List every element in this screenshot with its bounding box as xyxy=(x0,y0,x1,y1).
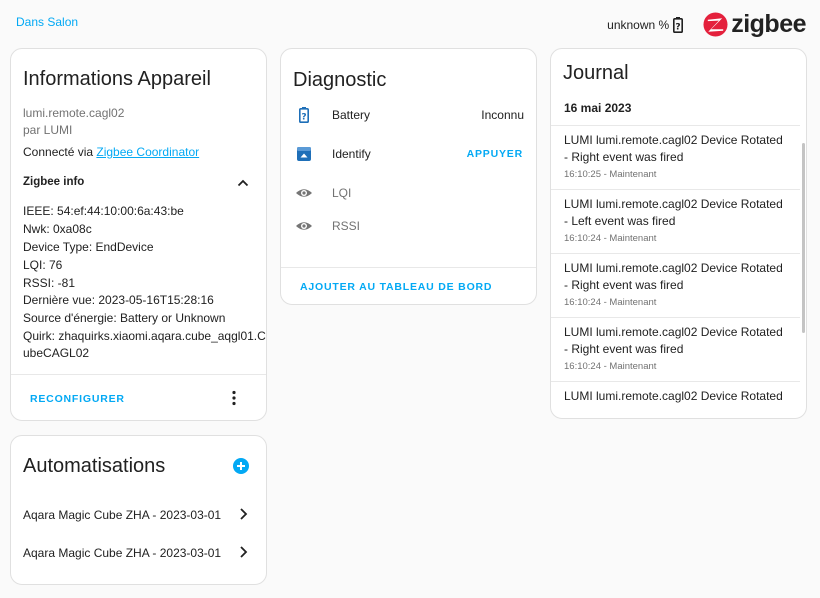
detail-rssi: RSSI: -81 xyxy=(23,276,76,290)
journal-title: Journal xyxy=(563,62,629,84)
automation-label: Aqara Magic Cube ZHA - 2023-03-01 xyxy=(23,508,222,522)
detail-nwk: Nwk: 0xa08c xyxy=(23,222,92,236)
device-info-card: Informations Appareil lumi.remote.cagl02… xyxy=(10,48,267,421)
automation-label: Aqara Magic Cube ZHA - 2023-03-01 xyxy=(23,546,222,560)
diagnostic-card: Diagnostic ? Battery Inconnu Identify AP… xyxy=(280,48,537,305)
detail-last-seen: Dernière vue: 2023-05-16T15:28:16 xyxy=(23,293,214,307)
connected-via: Connecté via Zigbee Coordinator xyxy=(23,145,199,159)
connected-via-label: Connecté via xyxy=(23,145,94,159)
reconfigure-button[interactable]: RECONFIGURER xyxy=(30,393,125,405)
chevron-right-icon xyxy=(240,546,248,558)
diag-value: Inconnu xyxy=(481,108,524,122)
journal-entry-time: 16:10:25 - Maintenant xyxy=(564,169,657,180)
eye-icon xyxy=(296,189,312,197)
automation-item[interactable]: Aqara Magic Cube ZHA - 2023-03-01 xyxy=(11,503,266,527)
detail-quirk: Quirk: zhaquirks.xiaomi.aqara.cube_aqgl0… xyxy=(23,329,266,343)
zigbee-icon xyxy=(703,12,728,37)
zigbee-info-header[interactable]: Zigbee info xyxy=(23,176,84,188)
diag-label: Battery xyxy=(332,108,371,122)
chevron-right-icon xyxy=(240,508,248,520)
battery-unknown-icon: ? xyxy=(673,16,684,33)
journal-entry-text: LUMI lumi.remote.cagl02 Device Rotated -… xyxy=(564,197,783,228)
diag-row-lqi[interactable]: LQI xyxy=(281,182,536,206)
journal-scrollbar[interactable] xyxy=(802,143,805,333)
diag-label: LQI xyxy=(332,186,352,200)
automations-title: Automatisations xyxy=(23,455,166,477)
detail-power-source: Source d'énergie: Battery or Unknown xyxy=(23,311,226,325)
identify-icon xyxy=(297,147,311,161)
identify-button[interactable]: APPUYER xyxy=(467,148,523,160)
diag-label: RSSI xyxy=(332,219,361,233)
journal-entry[interactable]: LUMI lumi.remote.cagl02 Device Rotated -… xyxy=(551,189,800,253)
journal-entry[interactable]: LUMI lumi.remote.cagl02 Device Rotated -… xyxy=(551,317,800,381)
diagnostic-title: Diagnostic xyxy=(293,69,387,91)
svg-text:?: ? xyxy=(676,22,681,32)
journal-entry-text: LUMI lumi.remote.cagl02 Device Rotated -… xyxy=(564,325,783,356)
diag-row-identify: Identify APPUYER xyxy=(281,143,536,167)
battery-status: unknown % xyxy=(607,17,670,32)
journal-entry-time: 16:10:24 - Maintenant xyxy=(564,297,657,308)
coordinator-link[interactable]: Zigbee Coordinator xyxy=(96,145,199,159)
journal-entry-text: LUMI lumi.remote.cagl02 Device Rotated -… xyxy=(564,133,783,164)
header-right: unknown % ? zigbee xyxy=(607,10,806,39)
dots-vertical-icon[interactable] xyxy=(231,390,237,406)
journal-entry[interactable]: LUMI lumi.remote.cagl02 Device Rotated -… xyxy=(551,253,800,317)
divider xyxy=(11,374,266,375)
diag-label: Identify xyxy=(332,147,371,161)
journal-list[interactable]: 16 mai 2023 LUMI lumi.remote.cagl02 Devi… xyxy=(551,93,806,408)
journal-entry[interactable]: LUMI lumi.remote.cagl02 Device Rotated -… xyxy=(551,125,800,189)
journal-date: 16 mai 2023 xyxy=(564,101,632,115)
area-link[interactable]: Dans Salon xyxy=(16,15,78,29)
journal-card: Journal 16 mai 2023 LUMI lumi.remote.cag… xyxy=(550,48,807,419)
zigbee-wordmark: zigbee xyxy=(731,10,806,38)
detail-ieee: IEEE: 54:ef:44:10:00:6a:43:be xyxy=(23,204,184,218)
zigbee-logo: zigbee xyxy=(703,10,806,39)
journal-entry-text: LUMI lumi.remote.cagl02 Device Rotated -… xyxy=(564,261,783,292)
device-manufacturer: par LUMI xyxy=(23,123,73,137)
device-model: lumi.remote.cagl02 xyxy=(23,106,125,120)
detail-quirk-cont: ubeCAGL02 xyxy=(23,346,90,360)
journal-entry-text: LUMI lumi.remote.cagl02 Device Rotated -… xyxy=(564,389,783,408)
journal-entry-time: 16:10:24 - Maintenant xyxy=(564,361,657,372)
device-info-title: Informations Appareil xyxy=(23,68,211,90)
diag-row-rssi[interactable]: RSSI xyxy=(281,215,536,239)
detail-device-type: Device Type: EndDevice xyxy=(23,240,154,254)
eye-icon xyxy=(296,222,312,230)
add-to-dashboard-button[interactable]: AJOUTER AU TABLEAU DE BORD xyxy=(300,281,492,293)
diag-row-battery[interactable]: ? Battery Inconnu xyxy=(281,104,536,128)
journal-entry[interactable]: LUMI lumi.remote.cagl02 Device Rotated -… xyxy=(551,381,800,408)
divider xyxy=(281,267,536,268)
svg-text:?: ? xyxy=(301,112,306,122)
plus-circle-icon[interactable] xyxy=(233,458,249,474)
automation-item[interactable]: Aqara Magic Cube ZHA - 2023-03-01 xyxy=(11,541,266,565)
automations-card: Automatisations Aqara Magic Cube ZHA - 2… xyxy=(10,435,267,585)
journal-entry-time: 16:10:24 - Maintenant xyxy=(564,233,657,244)
chevron-up-icon[interactable] xyxy=(237,178,249,188)
battery-unknown-icon: ? xyxy=(299,107,309,123)
detail-lqi: LQI: 76 xyxy=(23,258,63,272)
